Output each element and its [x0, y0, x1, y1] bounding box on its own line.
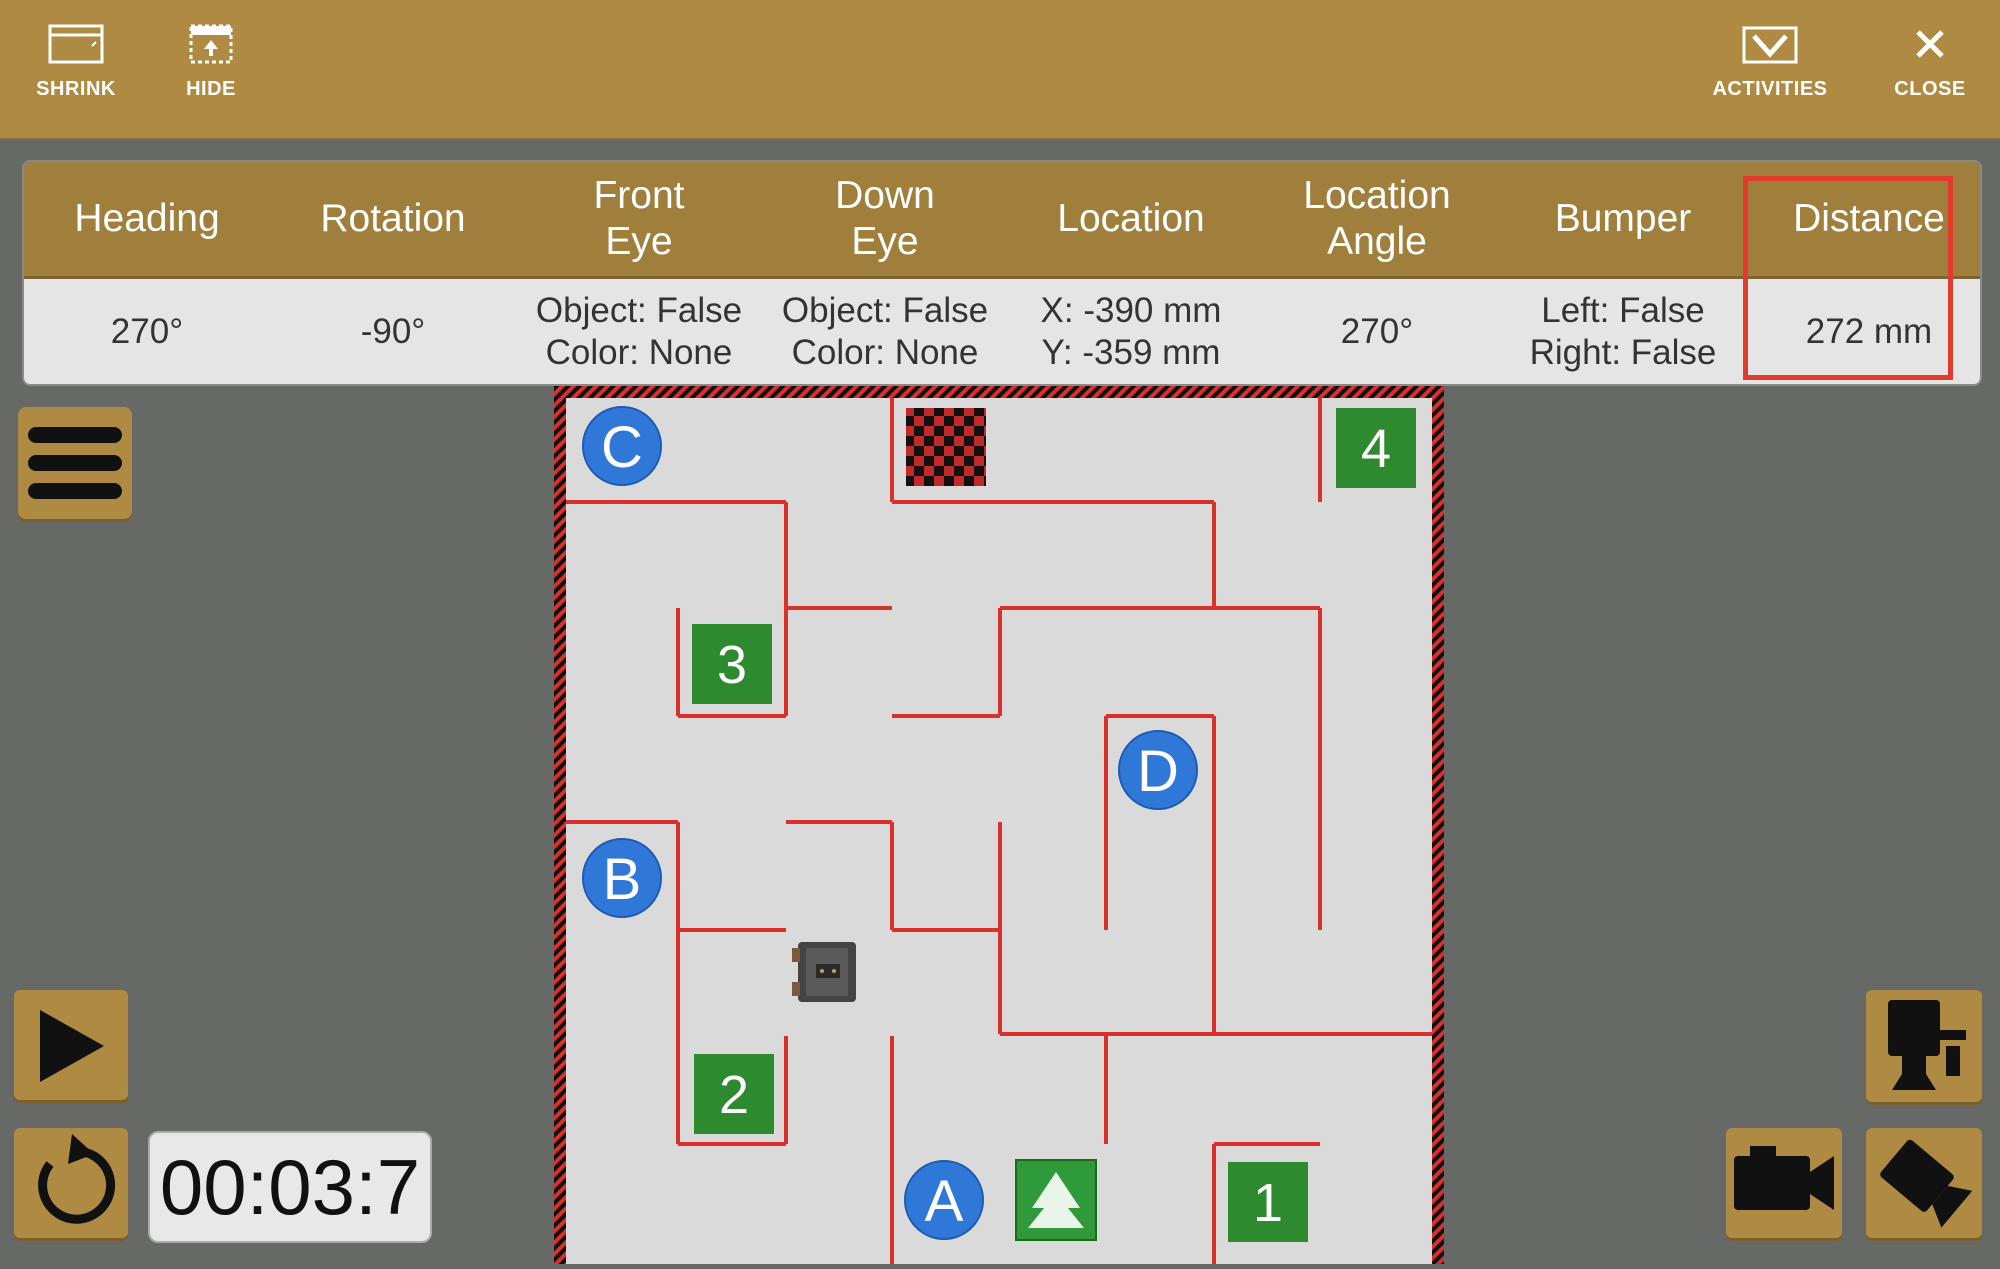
header-rotation: Rotation: [320, 197, 466, 240]
hamburger-menu-icon: [28, 427, 122, 443]
maze-canvas: C B D A 4 3 2 1: [554, 386, 1444, 1264]
top-view-camera-button[interactable]: [1866, 1128, 1982, 1238]
close-label: CLOSE: [1894, 78, 1966, 100]
marker-a: A: [904, 1160, 984, 1240]
value-rotation: -90°: [270, 279, 516, 384]
top-toolbar: SHRINK HIDE ACTIVITIES CLOSE: [0, 0, 2000, 140]
play-button[interactable]: [14, 990, 128, 1100]
header-location: Location: [1057, 197, 1205, 240]
down-eye-object: Object: False: [781, 290, 989, 330]
close-button[interactable]: CLOSE: [1870, 18, 1990, 118]
start-marker: [1015, 1159, 1097, 1241]
distance-highlight-box: [1743, 176, 1953, 380]
driver-camera-icon: [1888, 1000, 1966, 1090]
marker-d-label: D: [1137, 739, 1179, 804]
value-location: X: -390 mm Y: -359 mm: [1008, 279, 1254, 384]
marker-b-label: B: [603, 847, 642, 912]
hide-button[interactable]: HIDE: [151, 18, 271, 118]
header-front-eye: Front Eye: [593, 174, 685, 263]
location-y: Y: -359 mm: [1041, 332, 1221, 372]
marker-2: 2: [694, 1054, 774, 1134]
heading-value: 270°: [110, 311, 184, 351]
marker-3-label: 3: [717, 635, 747, 695]
shrink-button[interactable]: SHRINK: [16, 18, 136, 118]
hamburger-menu-button[interactable]: [18, 407, 132, 519]
down-eye-color: Color: None: [791, 332, 979, 372]
header-location-angle: Location Angle: [1303, 174, 1451, 263]
marker-4-label: 4: [1361, 419, 1391, 479]
value-heading: 270°: [24, 279, 270, 384]
shrink-icon: [48, 24, 104, 64]
hide-icon: [189, 24, 233, 64]
reset-icon: [38, 1134, 116, 1224]
activities-label: ACTIVITIES: [1712, 78, 1828, 100]
header-heading: Heading: [74, 197, 220, 240]
header-bumper: Bumper: [1554, 197, 1692, 240]
overhead-camera-icon: [1880, 1139, 1973, 1228]
activities-icon: [1742, 26, 1798, 64]
hamburger-line: [28, 483, 122, 499]
reset-button[interactable]: [14, 1128, 128, 1238]
close-icon: [1916, 30, 1944, 58]
bumper-left: Left: False: [1541, 290, 1705, 330]
sensor-dashboard: Heading Rotation Front Eye Down Eye Loca…: [22, 160, 1982, 386]
driver-view-camera-button[interactable]: [1866, 990, 1982, 1102]
chase-camera-button[interactable]: [1726, 1128, 1842, 1238]
marker-2-label: 2: [719, 1065, 749, 1125]
front-eye-color: Color: None: [545, 332, 733, 372]
marker-1-label: 1: [1253, 1173, 1283, 1233]
marker-c-label: C: [601, 415, 643, 480]
marker-3: 3: [692, 624, 772, 704]
rotation-value: -90°: [360, 311, 426, 351]
marker-c: C: [582, 406, 662, 486]
location-angle-value: 270°: [1340, 311, 1414, 351]
header-down-eye: Down Eye: [835, 174, 935, 263]
bumper-right: Right: False: [1529, 332, 1717, 372]
activities-button[interactable]: ACTIVITIES: [1700, 18, 1840, 118]
checker-flag-icon: [906, 408, 986, 486]
value-down-eye: Object: False Color: None: [762, 279, 1008, 384]
maze-playground: C B D A 4 3 2 1: [554, 386, 1444, 1264]
robot-icon: [792, 942, 856, 1002]
video-camera-icon: [1734, 1146, 1834, 1210]
play-icon: [40, 1010, 104, 1082]
value-bumper: Left: False Right: False: [1500, 279, 1746, 384]
shrink-label: SHRINK: [36, 78, 116, 100]
marker-b: B: [582, 838, 662, 918]
elapsed-timer: 00:03:7: [148, 1131, 432, 1243]
marker-d: D: [1118, 730, 1198, 810]
value-front-eye: Object: False Color: None: [516, 279, 762, 384]
front-eye-object: Object: False: [535, 290, 743, 330]
value-location-angle: 270°: [1254, 279, 1500, 384]
marker-4: 4: [1336, 408, 1416, 488]
hide-label: HIDE: [186, 78, 236, 100]
hamburger-line: [28, 455, 122, 471]
marker-a-label: A: [925, 1169, 964, 1234]
marker-1: 1: [1228, 1162, 1308, 1242]
location-x: X: -390 mm: [1040, 290, 1222, 330]
